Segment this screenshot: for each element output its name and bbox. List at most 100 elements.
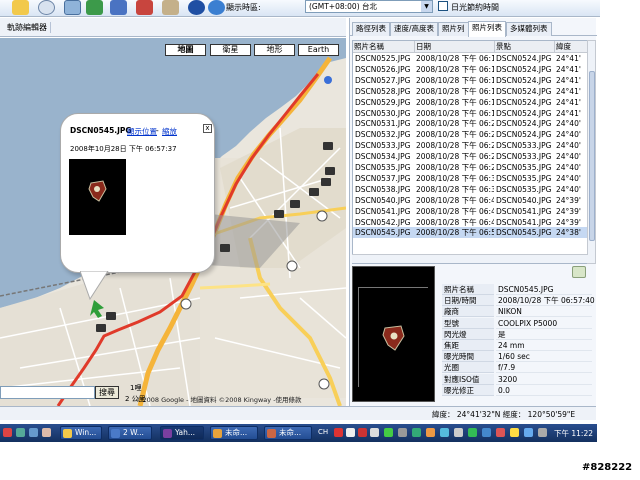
edit-icon[interactable] <box>162 0 179 15</box>
table-cell: DSCN0532.JPG <box>355 130 411 140</box>
recycle-icon[interactable] <box>572 266 586 278</box>
table-row[interactable]: DSCN0527.JPG 2008/10/28 下午 06:16 DSCN0524.… <box>353 75 587 86</box>
table-row[interactable]: DSCN0530.JPG 2008/10/28 下午 06:19 DSCN0524.… <box>353 108 587 119</box>
table-cell: 2008/10/28 下午 06:25 <box>416 152 494 162</box>
photo-table[interactable]: 照片名稱 日期 景點 緯度 DSCN0525.JPG 2008/10/28 下午 … <box>352 40 588 264</box>
photo-thumbnail[interactable] <box>69 159 126 235</box>
table-row[interactable]: DSCN0540.JPG 2008/10/28 下午 06:40 DSCN0540.… <box>353 195 587 206</box>
volume-icon[interactable] <box>538 428 547 437</box>
table-row[interactable]: DSCN0537.JPG 2008/10/28 下午 06:30 DSCN0535.… <box>353 173 587 184</box>
table-row[interactable]: DSCN0526.JPG 2008/10/28 下午 06:12 DSCN0524.… <box>353 64 587 75</box>
search-button[interactable]: 搜尋 <box>95 386 119 399</box>
scrollbar-thumb[interactable] <box>589 71 595 241</box>
left-tab-bar: 軌跡編輯器 <box>0 18 346 37</box>
tray-icon[interactable] <box>440 428 449 437</box>
table-row[interactable]: DSCN0542.JPG 2008/10/28 下午 06:43 DSCN0541.… <box>353 217 587 228</box>
table-row[interactable]: DSCN0525.JPG 2008/10/28 下午 06:12 DSCN0524.… <box>353 53 587 64</box>
vertical-scrollbar[interactable] <box>587 40 596 264</box>
map-type-earth[interactable]: Earth <box>298 44 339 56</box>
taskbar-button[interactable]: Win... <box>60 426 102 440</box>
taskbar-button-label: 未命... <box>279 428 302 437</box>
open-file-icon[interactable] <box>86 0 103 15</box>
tray-icon[interactable] <box>482 428 491 437</box>
column-header-latitude[interactable]: 緯度 <box>555 41 587 53</box>
table-cell: DSCN0527.JPG <box>355 75 411 85</box>
taskbar-button[interactable]: Yah... <box>160 426 204 440</box>
property-row: 焦距 24 mm <box>442 340 592 351</box>
tab-path-list[interactable]: 路徑列表 <box>352 22 390 36</box>
quicklaunch-icon[interactable] <box>42 428 51 437</box>
table-row[interactable]: DSCN0532.JPG 2008/10/28 下午 06:23 DSCN0524.… <box>353 129 587 140</box>
tray-icon[interactable] <box>510 428 519 437</box>
window-icon <box>267 429 276 438</box>
quicklaunch-icon[interactable] <box>16 428 25 437</box>
property-key: 閃光燈 <box>442 328 494 340</box>
table-row[interactable]: DSCN0545.JPG 2008/10/28 下午 06:57 DSCN0545.… <box>353 227 587 239</box>
photo-preview[interactable] <box>352 266 435 402</box>
globe-icon[interactable] <box>208 0 225 15</box>
table-row[interactable]: DSCN0528.JPG 2008/10/28 下午 06:17 DSCN0524.… <box>353 86 587 97</box>
kml-export-icon[interactable] <box>136 0 153 15</box>
column-header-date[interactable]: 日期 <box>415 41 495 53</box>
table-cell: DSCN0540.JPG <box>355 195 411 205</box>
folder-icon[interactable] <box>12 0 29 15</box>
clock-icon[interactable] <box>38 0 55 15</box>
table-row[interactable]: DSCN0533.JPG 2008/10/28 下午 06:24 DSCN0533.… <box>353 140 587 151</box>
photo-image <box>69 159 126 235</box>
address-search-input[interactable] <box>0 386 95 399</box>
show-location-link[interactable]: 顯示位置 <box>127 126 157 137</box>
zoom-link[interactable]: 縮放 <box>162 126 177 137</box>
table-row[interactable]: DSCN0531.JPG 2008/10/28 下午 06:21 DSCN0524.… <box>353 118 587 129</box>
map-type-satellite[interactable]: 衛星 <box>210 44 251 56</box>
tray-icon[interactable] <box>346 428 355 437</box>
ime-indicator[interactable]: CH <box>318 428 328 436</box>
map-type-map[interactable]: 地圖 <box>165 44 206 56</box>
tray-icon[interactable] <box>358 428 367 437</box>
column-header-name[interactable]: 照片名稱 <box>353 41 415 53</box>
tray-icon[interactable] <box>384 428 393 437</box>
table-cell: DSCN0541.JPG <box>496 217 552 227</box>
tab-photo-strip[interactable]: 照片列 <box>438 22 469 36</box>
tray-icon[interactable] <box>468 428 477 437</box>
start-icon[interactable] <box>3 428 12 437</box>
property-key: 曝光時間 <box>442 351 494 363</box>
dst-checkbox[interactable] <box>438 1 448 11</box>
tray-icon[interactable] <box>398 428 407 437</box>
gps-icon[interactable] <box>188 0 205 15</box>
map-type-terrain[interactable]: 地形 <box>254 44 295 56</box>
chevron-down-icon[interactable]: ▼ <box>421 1 432 12</box>
table-row[interactable]: DSCN0534.JPG 2008/10/28 下午 06:25 DSCN0533.… <box>353 151 587 162</box>
table-row[interactable]: DSCN0529.JPG 2008/10/28 下午 06:17 DSCN0524.… <box>353 97 587 108</box>
map-view[interactable]: 地圖 衛星 地形 Earth DSCN0545.JPG 顯示位置 - 縮放 x … <box>0 38 346 406</box>
tab-photo-list[interactable]: 照片列表 <box>468 21 506 37</box>
table-row[interactable]: DSCN0538.JPG 2008/10/28 下午 06:33 DSCN0535.… <box>353 184 587 195</box>
table-row[interactable]: DSCN0541.JPG 2008/10/28 下午 06:41 DSCN0541.… <box>353 206 587 217</box>
horizontal-scrollbar[interactable] <box>352 254 588 263</box>
map-pin-icon[interactable] <box>324 76 332 84</box>
tray-icon[interactable] <box>334 428 343 437</box>
map-export-icon[interactable] <box>110 0 127 15</box>
table-row[interactable]: DSCN0535.JPG 2008/10/28 下午 06:28 DSCN0535.… <box>353 162 587 173</box>
save-icon[interactable] <box>64 0 81 15</box>
photo-list-panel: 路徑列表 速度/高度表 照片列 照片列表 多媒體列表 照片名稱 日期 景點 緯度… <box>349 18 597 406</box>
taskbar-button[interactable]: 未命... <box>264 426 312 440</box>
close-icon[interactable]: x <box>203 124 212 133</box>
map-copyright[interactable]: ©2008 Google - 地圖資料 ©2008 Kingway -使用條款 <box>136 394 302 404</box>
tray-icon[interactable] <box>496 428 505 437</box>
tray-icon[interactable] <box>412 428 421 437</box>
tab-media-list[interactable]: 多媒體列表 <box>506 22 552 36</box>
taskbar-button[interactable]: 2 W... <box>108 426 152 440</box>
tray-icon[interactable] <box>426 428 435 437</box>
info-window-date: 2008年10月28日 下午 06:57:37 <box>70 145 177 153</box>
taskbar-button[interactable]: 未命... <box>210 426 258 440</box>
tab-speed-altitude[interactable]: 速度/高度表 <box>390 22 439 36</box>
column-header-landmark[interactable]: 景點 <box>495 41 555 53</box>
quicklaunch-icon[interactable] <box>29 428 38 437</box>
tray-icon[interactable] <box>454 428 463 437</box>
tray-icon[interactable] <box>370 428 379 437</box>
table-cell: 24°41' <box>556 64 581 74</box>
property-value: 1/60 sec <box>496 351 592 363</box>
tab-track-editor[interactable]: 軌跡編輯器 <box>4 22 51 33</box>
timezone-select[interactable]: (GMT+08:00) 台北 ▼ <box>305 0 433 13</box>
tray-icon[interactable] <box>524 428 533 437</box>
